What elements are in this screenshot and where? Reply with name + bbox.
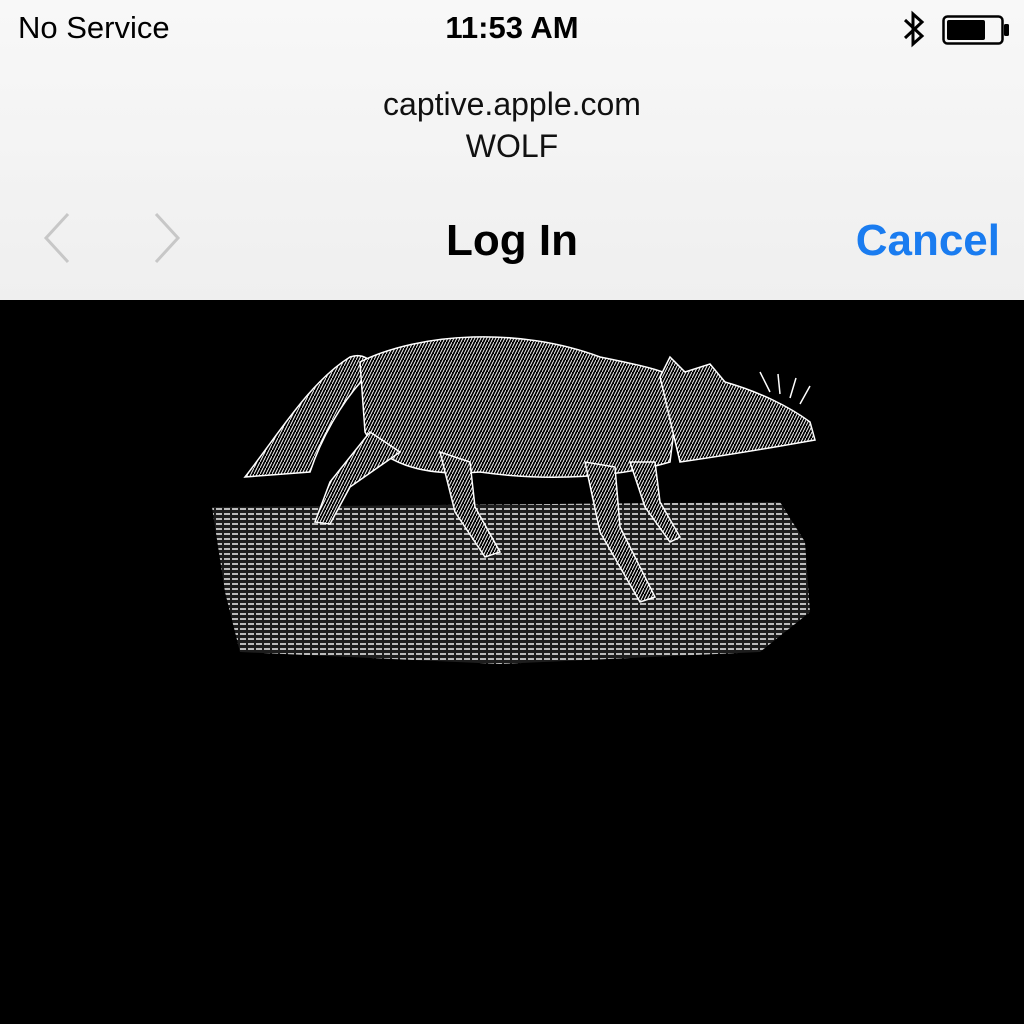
cancel-button[interactable]: Cancel [856,216,1000,266]
ground-patch [212,502,810,664]
portal-domain: captive.apple.com [383,86,641,122]
network-name: WOLF [465,128,559,164]
status-bar: No Service 11:53 AM [0,0,1024,60]
bluetooth-icon [903,10,925,48]
header-area: No Service 11:53 AM captive.apple.com WO… [0,0,1024,300]
wolf-body [359,336,681,478]
nav-bar: Log In Cancel [0,196,1024,286]
captive-portal-screen: No Service 11:53 AM captive.apple.com WO… [0,0,1024,1024]
wolf-head [659,355,816,463]
status-time: 11:53 AM [445,10,579,45]
wolf-illustration [212,336,816,664]
battery-icon [942,15,1009,45]
web-content [0,300,1024,1024]
